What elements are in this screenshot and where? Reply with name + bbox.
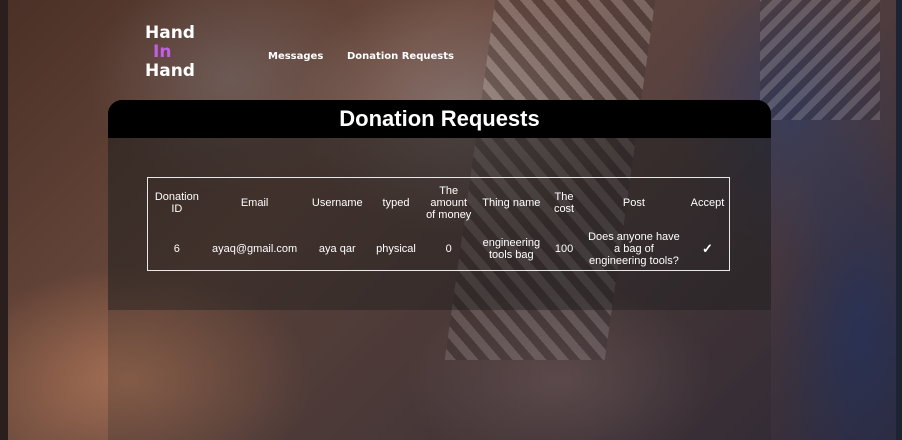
donation-requests-table: Donation ID Email Username typed The amo… [147, 177, 730, 271]
cell-amount: 0 [445, 242, 452, 255]
table-header-row: Donation ID Email Username typed The amo… [148, 178, 730, 228]
col-header-typed: typed [382, 196, 410, 209]
cell-username: aya qar [318, 242, 356, 255]
col-header-amount: The amount of money [426, 184, 472, 221]
left-edge [0, 0, 8, 440]
col-header-accept: Accept [690, 196, 725, 209]
cell-typed: physical [376, 242, 416, 255]
cell-cost: 100 [554, 242, 574, 255]
col-header-username: Username [311, 196, 363, 209]
panel-lower-shade [108, 310, 771, 440]
background-shirt-pattern-2 [760, 0, 880, 120]
logo-word-1: Hand [145, 23, 195, 43]
cell-thing-name: engineering tools bag [482, 236, 541, 261]
check-icon[interactable]: ✓ [702, 241, 713, 256]
page-title: Donation Requests [108, 100, 771, 138]
logo-word-2: In [153, 42, 172, 62]
cell-email: ayaq@gmail.com [212, 242, 298, 255]
table-row: 6 ayaq@gmail.com aya qar physical 0 engi… [148, 228, 730, 271]
logo[interactable]: Hand In Hand [145, 24, 195, 81]
right-edge [896, 0, 902, 440]
col-header-email: Email [240, 196, 269, 209]
nav-donation-requests-link[interactable]: Donation Requests [347, 51, 454, 62]
cell-accept: ✓ [686, 228, 730, 271]
cell-post: Does anyone have a bag of engineering to… [588, 230, 680, 267]
col-header-cost: The cost [553, 190, 575, 215]
col-header-post: Post [622, 196, 645, 209]
nav-messages-link[interactable]: Messages [268, 51, 323, 62]
col-header-thing-name: Thing name [482, 196, 541, 209]
cell-donation-id: 6 [173, 242, 180, 255]
logo-word-3: Hand [145, 61, 195, 81]
col-header-donation-id: Donation ID [154, 190, 199, 215]
